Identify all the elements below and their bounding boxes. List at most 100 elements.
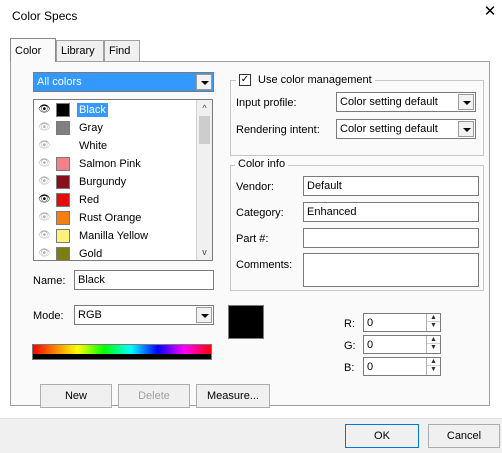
spin-up-icon[interactable]: ▲ [427, 358, 440, 366]
chevron-down-icon[interactable] [196, 307, 212, 323]
color-filter-value: All colors [37, 76, 82, 88]
spin-down-icon[interactable]: ▼ [427, 344, 440, 352]
list-item[interactable]: 👁 Gold [34, 245, 196, 260]
input-profile-value: Color setting default [340, 96, 438, 108]
color-swatch [56, 175, 70, 189]
vendor-value: Default [307, 180, 342, 192]
dialog-footer [0, 419, 502, 453]
tab-find[interactable]: Find [104, 40, 140, 62]
scroll-thumb[interactable] [199, 116, 210, 144]
part-number-label: Part #: [236, 233, 269, 245]
color-swatch [56, 103, 70, 117]
color-name: Gold [79, 248, 103, 260]
vendor-input[interactable]: Default [303, 176, 479, 196]
comments-label: Comments: [236, 259, 293, 271]
scroll-down-icon[interactable]: v [197, 244, 212, 260]
name-label: Name: [33, 275, 66, 287]
list-scrollbar[interactable]: ^ v [196, 100, 212, 260]
list-item[interactable]: 👁 Manilla Yellow [34, 227, 196, 245]
color-name: Gray [79, 122, 103, 134]
rendering-intent-dropdown[interactable]: Color setting default [336, 119, 476, 139]
color-swatch [56, 211, 70, 225]
list-item[interactable]: 👁 Black [34, 101, 196, 119]
b-value: 0 [367, 361, 374, 373]
window-title: Color Specs [12, 9, 78, 23]
category-input[interactable]: Enhanced [303, 202, 479, 222]
list-item[interactable]: 👁 Burgundy [34, 173, 196, 191]
eye-icon[interactable]: 👁 [38, 194, 51, 205]
category-value: Enhanced [307, 206, 357, 218]
ok-button[interactable]: OK [345, 424, 419, 448]
r-spinner[interactable]: 0 ▲ ▼ [363, 313, 441, 332]
color-spectrum[interactable] [32, 344, 212, 360]
color-list[interactable]: 👁 Black 👁 Gray 👁 White 👁 Salmon Pink 👁 B… [33, 99, 213, 261]
color-name: Salmon Pink [79, 158, 141, 170]
list-item[interactable]: 👁 Salmon Pink [34, 155, 196, 173]
list-item[interactable]: 👁 White [34, 137, 196, 155]
part-number-input[interactable] [303, 228, 479, 248]
g-label: G: [344, 340, 356, 352]
color-preview-swatch [228, 305, 264, 339]
color-swatch [56, 121, 70, 135]
r-value: 0 [367, 317, 374, 329]
mode-label: Mode: [33, 310, 64, 322]
eye-icon[interactable]: 👁 [38, 104, 51, 115]
color-swatch [56, 139, 70, 153]
eye-icon[interactable]: 👁 [38, 176, 51, 187]
input-profile-dropdown[interactable]: Color setting default [336, 92, 476, 112]
eye-icon[interactable]: 👁 [38, 140, 51, 151]
spin-up-icon[interactable]: ▲ [427, 314, 440, 322]
color-swatch [56, 157, 70, 171]
measure-button[interactable]: Measure... [196, 384, 270, 408]
color-swatch [56, 247, 70, 260]
spin-up-icon[interactable]: ▲ [427, 336, 440, 344]
eye-icon[interactable]: 👁 [38, 212, 51, 223]
chevron-down-icon[interactable] [458, 94, 474, 110]
eye-icon[interactable]: 👁 [38, 248, 51, 259]
color-name: White [79, 140, 108, 152]
tab-color[interactable]: Color [10, 38, 56, 62]
b-spinner[interactable]: 0 ▲ ▼ [363, 357, 441, 376]
r-label: R: [344, 318, 355, 330]
eye-icon[interactable]: 👁 [38, 122, 51, 133]
new-button[interactable]: New [40, 384, 112, 408]
spin-down-icon[interactable]: ▼ [427, 366, 440, 374]
color-management-header: ✓ Use color management [236, 73, 375, 87]
eye-icon[interactable]: 👁 [38, 230, 51, 241]
g-value: 0 [367, 339, 374, 351]
name-input[interactable]: Black [74, 270, 214, 290]
chevron-down-icon[interactable] [196, 74, 212, 90]
rendering-intent-value: Color setting default [340, 123, 438, 135]
tab-library[interactable]: Library [56, 40, 104, 62]
b-label: B: [344, 362, 355, 374]
use-color-management-label: Use color management [258, 74, 372, 86]
list-item[interactable]: 👁 Rust Orange [34, 209, 196, 227]
list-item[interactable]: 👁 Gray [34, 119, 196, 137]
mode-dropdown[interactable]: RGB [74, 305, 214, 325]
g-spinner[interactable]: 0 ▲ ▼ [363, 335, 441, 354]
category-label: Category: [236, 207, 284, 219]
vendor-label: Vendor: [236, 181, 274, 193]
input-profile-label: Input profile: [236, 97, 297, 109]
rendering-intent-label: Rendering intent: [236, 124, 320, 136]
color-info-title: Color info [235, 158, 289, 170]
cancel-button[interactable]: Cancel [428, 424, 500, 448]
color-swatch [56, 229, 70, 243]
color-name: Manilla Yellow [79, 230, 149, 242]
use-color-management-checkbox[interactable]: ✓ [239, 74, 251, 86]
color-name: Red [79, 194, 100, 206]
color-filter-dropdown[interactable]: All colors [33, 72, 214, 92]
mode-value: RGB [78, 309, 102, 321]
scroll-up-icon[interactable]: ^ [197, 100, 212, 116]
close-icon[interactable]: ✕ [482, 4, 498, 20]
delete-button[interactable]: Delete [118, 384, 190, 408]
eye-icon[interactable]: 👁 [38, 158, 51, 169]
comments-input[interactable] [303, 253, 479, 287]
chevron-down-icon[interactable] [458, 121, 474, 137]
color-name: Black [77, 103, 108, 117]
color-name: Burgundy [79, 176, 127, 188]
spin-down-icon[interactable]: ▼ [427, 322, 440, 330]
list-item[interactable]: 👁 Red [34, 191, 196, 209]
color-name: Rust Orange [79, 212, 142, 224]
color-swatch [56, 193, 70, 207]
